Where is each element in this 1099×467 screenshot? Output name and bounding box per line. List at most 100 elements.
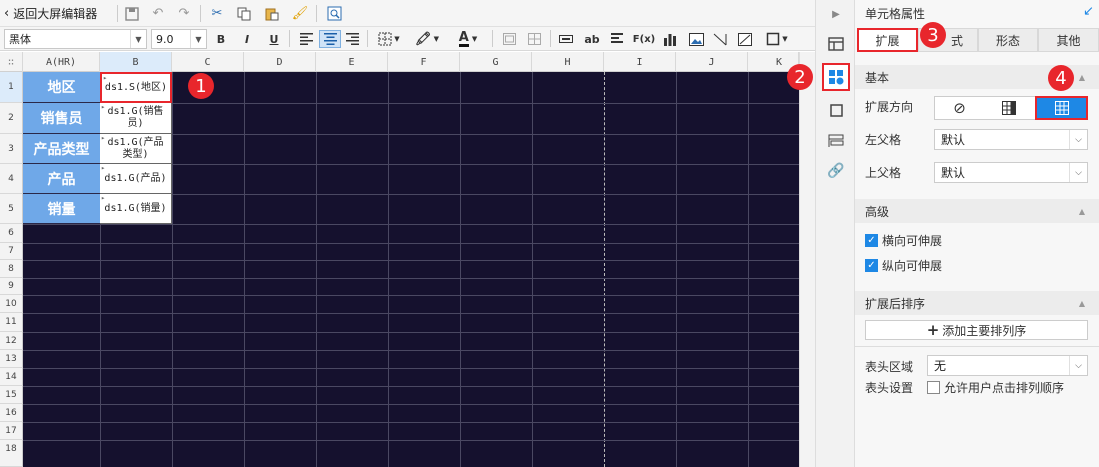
- cell-b2[interactable]: ▸ ds1.G(销售 员): [100, 103, 172, 134]
- row-header-4[interactable]: 4: [0, 164, 23, 194]
- cell-b2-line2: 员): [127, 118, 144, 129]
- allow-user-sort-label: 允许用户点击排列顺序: [944, 381, 1065, 395]
- row-header-18[interactable]: 18: [0, 440, 23, 467]
- row-header-14[interactable]: 14: [0, 368, 23, 386]
- column-header-f[interactable]: F: [388, 52, 460, 72]
- insert-icon[interactable]: [735, 30, 755, 48]
- column-header-c[interactable]: C: [172, 52, 244, 72]
- column-header-d[interactable]: D: [244, 52, 316, 72]
- paste-icon[interactable]: [262, 4, 282, 23]
- back-to-screen-editor-button[interactable]: ‹ 返回大屏编辑器: [4, 4, 112, 23]
- copy-icon[interactable]: [234, 4, 254, 23]
- tab-form[interactable]: 形态: [978, 28, 1038, 52]
- bold-button[interactable]: B: [212, 30, 230, 48]
- align-right-icon[interactable]: [343, 30, 361, 48]
- cell-b5[interactable]: ▸ ds1.G(销量): [100, 194, 172, 224]
- column-header-i[interactable]: I: [604, 52, 676, 72]
- cell-border-style-icon[interactable]: ▼: [762, 30, 792, 48]
- cell-a1[interactable]: 地区: [23, 72, 100, 103]
- column-header-g[interactable]: G: [460, 52, 532, 72]
- row-header-12[interactable]: 12: [0, 332, 23, 350]
- row-header-6[interactable]: 6: [0, 224, 23, 243]
- add-sort-button[interactable]: + 添加主要排列序: [865, 320, 1088, 340]
- row-header-1[interactable]: 1: [0, 72, 23, 103]
- horizontal-stretch-checkbox[interactable]: ✓ 横向可伸展: [865, 232, 942, 249]
- cell-b1[interactable]: ▸ ds1.S(地区): [100, 72, 172, 103]
- tab-other[interactable]: 其他: [1038, 28, 1099, 52]
- text-cell-icon[interactable]: [556, 30, 576, 48]
- align-center-icon[interactable]: [319, 30, 341, 48]
- preview-icon[interactable]: [324, 4, 344, 23]
- cell-area[interactable]: 地区 销售员 产品类型 产品 销量 ▸ ds1.S(地区) ▸ ds1.G(销售…: [23, 72, 799, 467]
- italic-button[interactable]: I: [238, 30, 256, 48]
- column-header-b[interactable]: B: [100, 52, 172, 72]
- merge-cells-icon[interactable]: [500, 30, 518, 48]
- font-size-value: 9.0: [156, 32, 174, 46]
- row-header-3[interactable]: 3: [0, 134, 23, 164]
- formula-icon[interactable]: F(x): [633, 30, 655, 48]
- vertical-expand-icon[interactable]: [984, 97, 1034, 119]
- row-header-2[interactable]: 2: [0, 103, 23, 134]
- row-header-8[interactable]: 8: [0, 260, 23, 278]
- align-left-icon[interactable]: [297, 30, 315, 48]
- horizontal-expand-icon[interactable]: [1035, 96, 1088, 120]
- row-header-9[interactable]: 9: [0, 278, 23, 295]
- expand-direction-label: 扩展方向: [865, 100, 914, 114]
- step-badge-4: 4: [1048, 65, 1074, 91]
- cut-icon[interactable]: ✂: [207, 4, 227, 23]
- row-header-13[interactable]: 13: [0, 350, 23, 368]
- edit-icon[interactable]: ↙: [1083, 4, 1094, 19]
- row-header-17[interactable]: 17: [0, 422, 23, 440]
- underline-button[interactable]: U: [265, 30, 283, 48]
- font-family-select[interactable]: 黑体 ▼: [4, 29, 147, 49]
- row-header-10[interactable]: 10: [0, 295, 23, 313]
- no-expand-icon[interactable]: ⊘: [935, 97, 984, 119]
- unmerge-cells-icon[interactable]: [525, 30, 543, 48]
- column-header-h[interactable]: H: [532, 52, 604, 72]
- column-header-e[interactable]: E: [316, 52, 388, 72]
- section-advanced[interactable]: 高级 ▲: [855, 199, 1099, 223]
- tab-expand[interactable]: 扩展: [857, 28, 918, 52]
- abc-text-icon[interactable]: ab: [582, 30, 602, 48]
- font-color-icon[interactable]: A ▼: [451, 30, 485, 48]
- row-header-16[interactable]: 16: [0, 404, 23, 422]
- format-painter-icon[interactable]: 🖌: [290, 4, 310, 23]
- cell-a4[interactable]: 产品: [23, 164, 100, 194]
- left-parent-select[interactable]: 默认 ⌵: [934, 129, 1088, 150]
- image-icon[interactable]: [686, 30, 706, 48]
- row-header-5[interactable]: 5: [0, 194, 23, 224]
- condition-icon[interactable]: [826, 131, 846, 151]
- save-icon[interactable]: [122, 4, 142, 23]
- section-sort[interactable]: 扩展后排序 ▲: [855, 291, 1099, 315]
- widget-icon[interactable]: [826, 100, 846, 120]
- fill-color-icon[interactable]: 🖍 ▼: [412, 30, 442, 48]
- hyperlink-icon[interactable]: 🔗: [826, 161, 846, 181]
- column-header-j[interactable]: J: [676, 52, 748, 72]
- cell-b4[interactable]: ▸ ds1.G(产品): [100, 164, 172, 194]
- cell-a3[interactable]: 产品类型: [23, 134, 100, 164]
- cell-b5-text: ds1.G(销量): [104, 202, 167, 214]
- top-parent-select[interactable]: 默认 ⌵: [934, 162, 1088, 183]
- cell-attribute-icon[interactable]: [822, 63, 850, 91]
- template-icon[interactable]: [826, 34, 846, 54]
- font-size-select[interactable]: 9.0 ▼: [151, 29, 207, 49]
- slash-icon[interactable]: [710, 30, 730, 48]
- redo-icon[interactable]: ↷: [174, 4, 194, 23]
- undo-icon[interactable]: ↶: [148, 4, 168, 23]
- collapse-arrow-icon[interactable]: ▶: [826, 4, 846, 24]
- vertical-stretch-checkbox[interactable]: ✓ 纵向可伸展: [865, 257, 942, 274]
- column-header-a[interactable]: A(HR): [23, 52, 100, 72]
- chart-icon[interactable]: [660, 30, 680, 48]
- row-header-11[interactable]: 11: [0, 313, 23, 332]
- allow-user-sort-checkbox[interactable]: 允许用户点击排列顺序: [927, 379, 1064, 396]
- row-header-15[interactable]: 15: [0, 386, 23, 404]
- cell-a2[interactable]: 销售员: [23, 103, 100, 134]
- cell-b3[interactable]: ▸ ds1.G(产品 类型): [100, 134, 172, 164]
- select-all-corner[interactable]: ∷: [0, 52, 23, 72]
- cell-a5[interactable]: 销量: [23, 194, 100, 224]
- border-icon[interactable]: ▼: [374, 30, 404, 48]
- vertical-scrollbar[interactable]: [799, 52, 815, 467]
- header-area-select[interactable]: 无 ⌵: [927, 355, 1088, 376]
- paragraph-icon[interactable]: [608, 30, 626, 48]
- row-header-7[interactable]: 7: [0, 243, 23, 260]
